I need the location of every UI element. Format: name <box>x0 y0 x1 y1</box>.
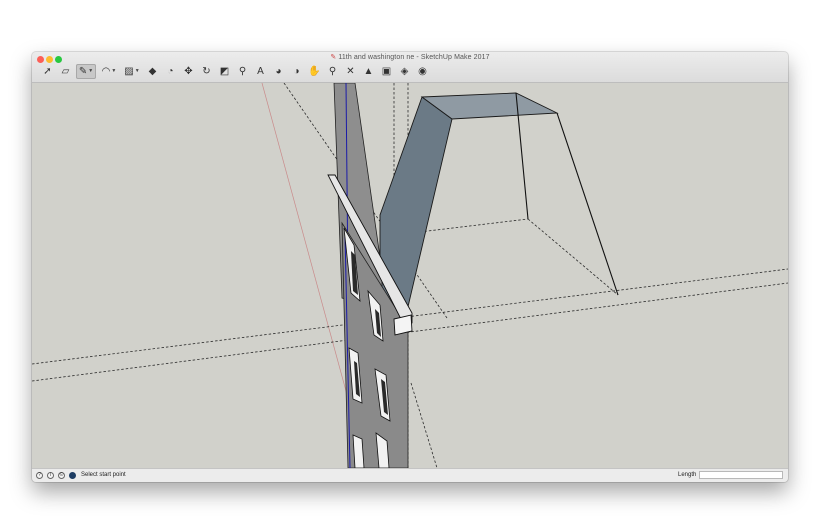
sketchup-window: ✎ 11th and washington ne - SketchUp Make … <box>32 52 788 482</box>
move-tool-icon: ✥ <box>184 65 193 77</box>
extension-warehouse-tool[interactable]: ▣ <box>379 64 394 79</box>
title-bar: ✎ 11th and washington ne - SketchUp Make … <box>32 52 788 83</box>
zoom-tool-icon: ⚲ <box>328 65 337 77</box>
zoom-extents-tool-icon: ✕ <box>346 65 355 77</box>
offset-tool-icon: ◔ <box>167 65 174 77</box>
extension-warehouse-tool-icon: ▣ <box>381 65 392 77</box>
line-tool[interactable]: ✎ ▼ <box>76 64 96 79</box>
length-label: Length <box>678 472 697 478</box>
line-tool-icon: ✎ <box>78 65 88 77</box>
zoom-tool[interactable]: ⚲ <box>325 64 340 79</box>
chevron-down-icon[interactable]: ▼ <box>111 69 116 74</box>
text-tool-icon: A <box>257 65 264 77</box>
arc-tool-icon: ◠ <box>101 65 111 77</box>
window-title: ✎ 11th and washington ne - SketchUp Make … <box>32 53 788 61</box>
push-pull-tool-icon: ◆ <box>148 65 157 77</box>
tape-measure-tool-icon: ⚲ <box>238 65 247 77</box>
pan-tool[interactable]: ✋ <box>307 64 322 79</box>
rectangle-tool-icon: ▨ <box>124 65 134 77</box>
text-tool[interactable]: A <box>253 64 268 79</box>
chevron-down-icon[interactable]: ▼ <box>135 69 140 74</box>
scale-tool-icon: ◩ <box>219 65 230 77</box>
model-scene[interactable] <box>32 83 788 468</box>
select-tool[interactable]: ➚ <box>40 64 55 79</box>
scale-tool[interactable]: ◩ <box>217 64 232 79</box>
paint-bucket-tool[interactable]: ◕ <box>271 64 286 79</box>
offset-tool[interactable]: ◔ <box>163 64 178 79</box>
length-input[interactable] <box>699 471 783 479</box>
zoom-extents-tool[interactable]: ✕ <box>343 64 358 79</box>
select-tool-icon: ➚ <box>43 65 52 77</box>
orbit-tool-icon: ◑ <box>293 65 300 77</box>
cornice-end <box>393 314 413 336</box>
warehouse-tool-icon: ▲ <box>363 65 374 77</box>
status-message: Select start point <box>81 472 126 478</box>
status-bar: ? i © Select start point Length <box>32 468 788 482</box>
arc-tool[interactable]: ◠ ▼ <box>99 64 119 79</box>
model-viewport[interactable] <box>32 83 788 468</box>
extension-manager-tool[interactable]: ◉ <box>415 64 430 79</box>
roof-edges <box>515 92 619 296</box>
paint-bucket-tool-icon: ◕ <box>275 65 282 77</box>
user-icon[interactable] <box>69 472 76 479</box>
main-toolbar: ➚ ▱ ✎ ▼ ◠ ▼ ▨ ▼ ◆ ◔ ✥ ↻ ◩ ⚲ A ◕ ◑ ✋ ⚲ ✕ ▲ ▣ ◈ ◉ <box>40 63 430 80</box>
chevron-down-icon[interactable]: ▼ <box>88 69 93 74</box>
eraser-tool-icon: ▱ <box>61 65 70 77</box>
geolocation-icon[interactable]: i <box>47 472 54 479</box>
layout-tool[interactable]: ◈ <box>397 64 412 79</box>
pan-tool-icon: ✋ <box>308 65 321 77</box>
eraser-tool[interactable]: ▱ <box>58 64 73 79</box>
document-icon: ✎ <box>330 54 337 61</box>
window-title-text: 11th and washington ne - SketchUp Make 2… <box>338 54 490 61</box>
extension-manager-tool-icon: ◉ <box>418 65 427 77</box>
credits-icon[interactable]: © <box>58 472 65 479</box>
warehouse-tool[interactable]: ▲ <box>361 64 376 79</box>
info-icon[interactable]: ? <box>36 472 43 479</box>
layout-tool-icon: ◈ <box>400 65 409 77</box>
orbit-tool[interactable]: ◑ <box>289 64 304 79</box>
tape-measure-tool[interactable]: ⚲ <box>235 64 250 79</box>
move-tool[interactable]: ✥ <box>181 64 196 79</box>
rotate-tool[interactable]: ↻ <box>199 64 214 79</box>
rotate-tool-icon: ↻ <box>202 65 211 77</box>
push-pull-tool[interactable]: ◆ <box>145 64 160 79</box>
rectangle-tool[interactable]: ▨ ▼ <box>122 64 142 79</box>
